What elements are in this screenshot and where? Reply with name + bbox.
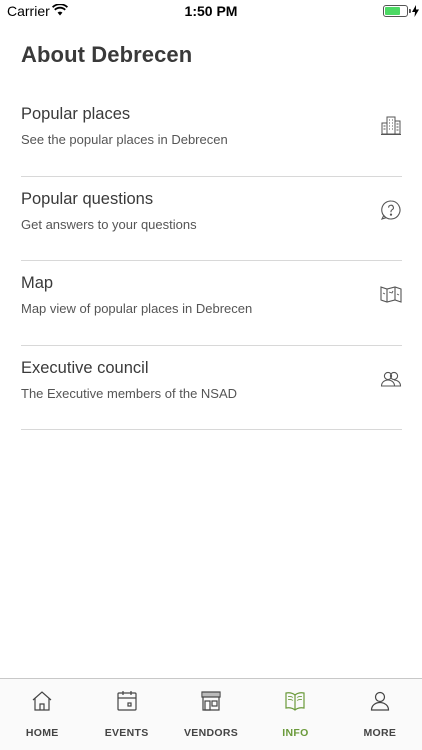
menu-item-map[interactable]: Map Map view of popular places in Debrec… <box>21 261 402 346</box>
tab-vendors[interactable]: VENDORS <box>169 679 253 750</box>
book-icon <box>283 689 307 713</box>
tab-info[interactable]: INFO <box>253 679 337 750</box>
status-bar: Carrier 1:50 PM <box>0 0 422 22</box>
charging-icon <box>412 4 419 22</box>
page-title: About Debrecen <box>21 42 193 67</box>
menu-item-popular-places[interactable]: Popular places See the popular places in… <box>21 92 402 177</box>
menu-item-title: Map <box>21 274 54 292</box>
tab-events[interactable]: EVENTS <box>84 679 168 750</box>
info-menu: Popular places See the popular places in… <box>21 92 402 430</box>
tab-home[interactable]: HOME <box>0 679 84 750</box>
battery-cap <box>409 9 411 13</box>
menu-item-subtitle: Get answers to your questions <box>21 216 197 232</box>
tab-label: HOME <box>25 727 59 739</box>
clock: 1:50 PM <box>184 3 238 19</box>
tab-bar: HOME EVENTS VENDORS INFO MORE <box>0 678 422 750</box>
battery-icon <box>383 5 408 17</box>
menu-item-title: Popular places <box>21 105 131 123</box>
map-icon <box>380 283 402 305</box>
tab-label: MORE <box>363 727 397 739</box>
tab-more[interactable]: MORE <box>338 679 422 750</box>
menu-item-executive-council[interactable]: Executive council The Executive members … <box>21 346 402 430</box>
menu-item-popular-questions[interactable]: Popular questions Get answers to your qu… <box>21 177 402 261</box>
home-icon <box>30 689 54 713</box>
menu-item-title: Popular questions <box>21 189 154 208</box>
people-icon <box>380 368 402 390</box>
tab-label: INFO <box>282 727 309 739</box>
buildings-icon <box>380 114 402 136</box>
menu-item-subtitle: See the popular places in Debrecen <box>21 132 228 147</box>
person-icon <box>368 689 392 713</box>
menu-item-title: Executive council <box>21 358 149 377</box>
tab-label: VENDORS <box>184 727 239 739</box>
menu-item-subtitle: Map view of popular places in Debrecen <box>21 301 253 316</box>
menu-item-subtitle: The Executive members of the NSAD <box>21 385 238 401</box>
calendar-icon <box>115 689 139 713</box>
tab-label: EVENTS <box>104 727 149 739</box>
question-icon <box>380 199 402 221</box>
store-icon <box>199 689 223 713</box>
